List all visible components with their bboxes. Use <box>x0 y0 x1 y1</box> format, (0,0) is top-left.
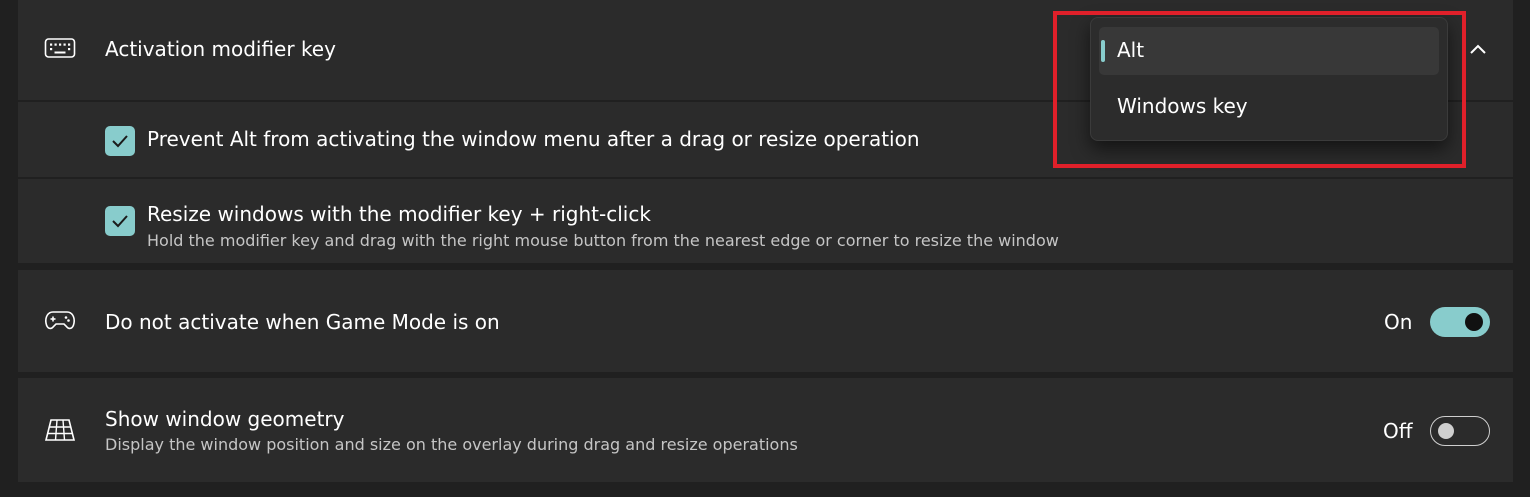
toggle-knob <box>1465 313 1483 331</box>
geometry-state: Off <box>1383 419 1413 443</box>
resize-rightclick-description: Hold the modifier key and drag with the … <box>147 231 1059 250</box>
activation-modifier-label: Activation modifier key <box>105 37 336 61</box>
game-mode-state: On <box>1384 310 1413 334</box>
geometry-description: Display the window position and size on … <box>105 435 798 454</box>
prevent-alt-checkbox[interactable] <box>105 126 135 156</box>
checkmark-icon <box>112 135 128 148</box>
prevent-alt-label: Prevent Alt from activating the window m… <box>147 127 920 151</box>
toggle-knob <box>1438 423 1454 439</box>
chevron-up-icon[interactable] <box>1468 41 1488 60</box>
resize-rightclick-label: Resize windows with the modifier key + r… <box>147 202 651 226</box>
geometry-label: Show window geometry <box>105 407 345 431</box>
checkmark-icon <box>112 215 128 228</box>
geometry-toggle[interactable] <box>1430 416 1490 446</box>
resize-rightclick-checkbox[interactable] <box>105 206 135 236</box>
highlight-box <box>1053 11 1466 168</box>
keyboard-icon <box>44 37 76 65</box>
gamepad-icon <box>44 308 76 338</box>
grid-icon <box>44 417 76 447</box>
game-mode-toggle[interactable] <box>1430 307 1490 337</box>
game-mode-label: Do not activate when Game Mode is on <box>105 310 500 334</box>
